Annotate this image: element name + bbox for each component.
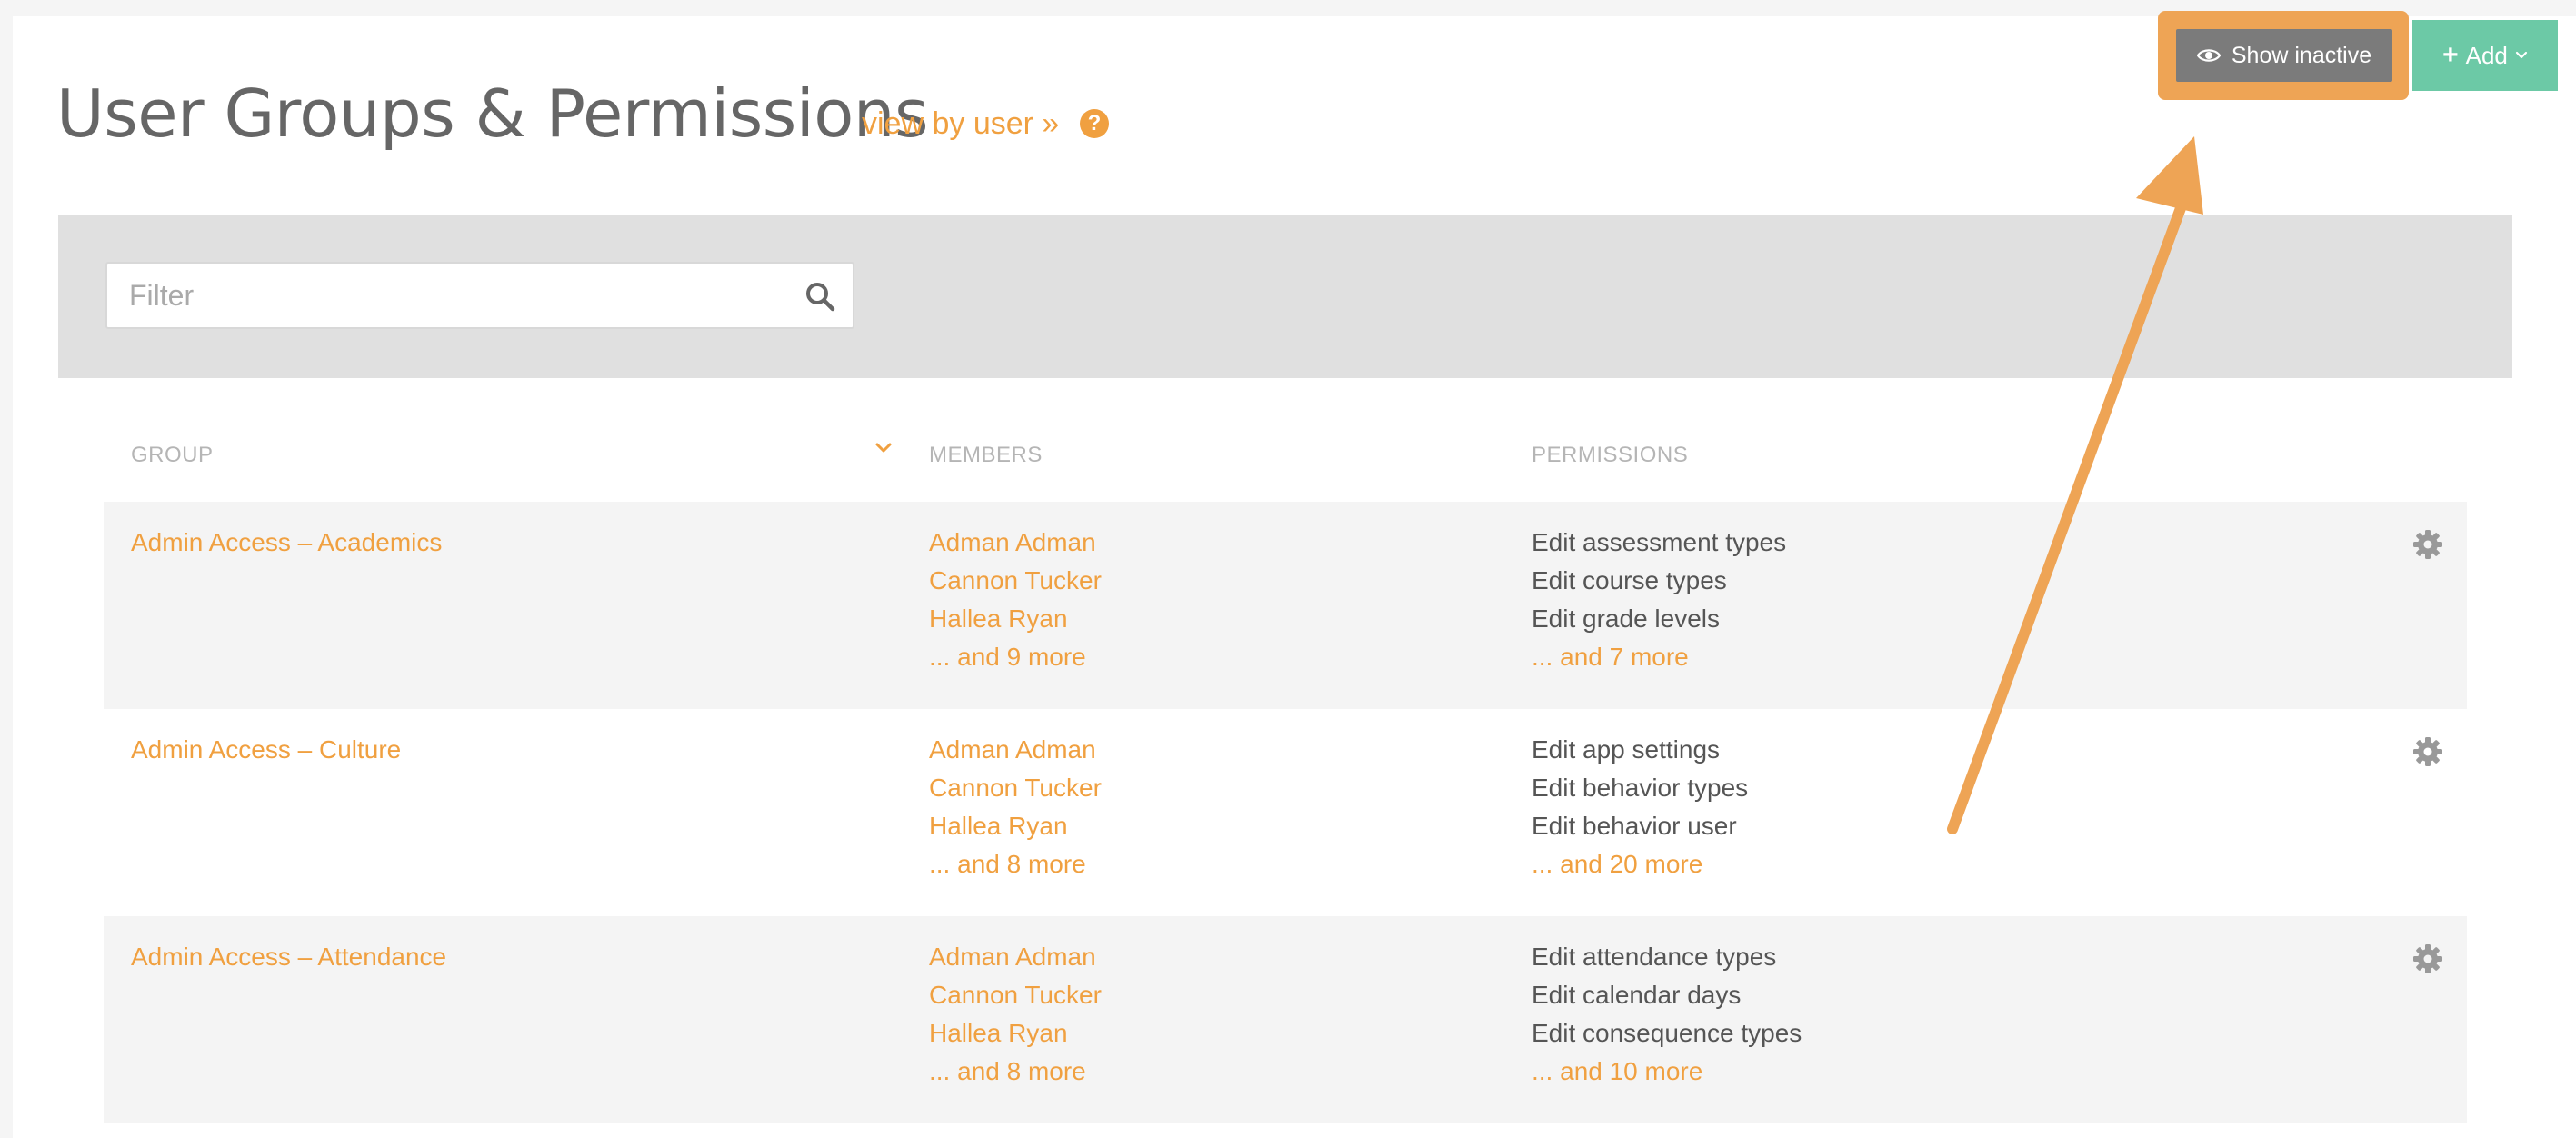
member-link[interactable]: Cannon Tucker [929, 976, 1102, 1014]
more-members-link[interactable]: ... and 9 more [929, 638, 1102, 676]
eye-icon [2196, 49, 2221, 62]
member-link[interactable]: Adman Adman [929, 524, 1102, 562]
permission-item: Edit consequence types [1532, 1019, 1802, 1047]
member-link[interactable]: Hallea Ryan [929, 807, 1102, 845]
chevron-down-icon [2515, 51, 2527, 59]
more-permissions-link[interactable]: ... and 20 more [1532, 845, 1748, 883]
permission-item: Edit course types [1532, 566, 1727, 594]
page-title: User Groups & Permissions [56, 75, 928, 152]
show-inactive-label: Show inactive [2231, 42, 2372, 68]
permission-item: Edit calendar days [1532, 981, 1742, 1009]
permission-item: Edit behavior types [1532, 774, 1749, 802]
gear-icon[interactable] [2412, 529, 2443, 560]
add-button[interactable]: + Add [2412, 20, 2558, 91]
view-by-user-link[interactable]: view by user » [862, 104, 1059, 144]
gear-icon[interactable] [2412, 736, 2443, 767]
table-row: Admin Access – Culture Adman Adman Canno… [104, 709, 2467, 916]
permission-item: Edit grade levels [1532, 604, 1721, 633]
member-link[interactable]: Hallea Ryan [929, 1014, 1102, 1053]
search-icon[interactable] [804, 280, 836, 313]
member-link[interactable]: Adman Adman [929, 938, 1102, 976]
chevron-down-icon[interactable] [873, 440, 894, 456]
group-name-link[interactable]: Admin Access – Academics [131, 524, 442, 562]
plus-icon: + [2442, 40, 2459, 70]
permission-item: Edit assessment types [1532, 528, 1787, 556]
member-link[interactable]: Hallea Ryan [929, 600, 1102, 638]
permission-item: Edit behavior user [1532, 812, 1737, 840]
member-link[interactable]: Cannon Tucker [929, 562, 1102, 600]
group-name-link[interactable]: Admin Access – Culture [131, 731, 401, 769]
column-header-members: MEMBERS [929, 443, 1043, 467]
more-permissions-link[interactable]: ... and 7 more [1532, 638, 1786, 676]
member-link[interactable]: Cannon Tucker [929, 769, 1102, 807]
filter-input[interactable] [107, 264, 780, 327]
filter-box [105, 262, 854, 329]
more-permissions-link[interactable]: ... and 10 more [1532, 1053, 1802, 1091]
more-members-link[interactable]: ... and 8 more [929, 845, 1102, 883]
table-row: Admin Access – Academics Adman Adman Can… [104, 502, 2467, 709]
permission-item: Edit attendance types [1532, 943, 1777, 971]
column-header-permissions: PERMISSIONS [1532, 443, 1689, 467]
table-row: Admin Access – Attendance Adman Adman Ca… [104, 916, 2467, 1123]
column-header-group[interactable]: GROUP [131, 442, 214, 469]
permission-item: Edit app settings [1532, 735, 1721, 764]
question-circle-icon[interactable]: ? [1080, 109, 1109, 138]
gear-icon[interactable] [2412, 943, 2443, 974]
add-label: Add [2465, 41, 2508, 69]
show-inactive-button[interactable]: Show inactive [2176, 29, 2392, 82]
more-members-link[interactable]: ... and 8 more [929, 1053, 1102, 1091]
member-link[interactable]: Adman Adman [929, 731, 1102, 769]
group-name-link[interactable]: Admin Access – Attendance [131, 938, 446, 976]
